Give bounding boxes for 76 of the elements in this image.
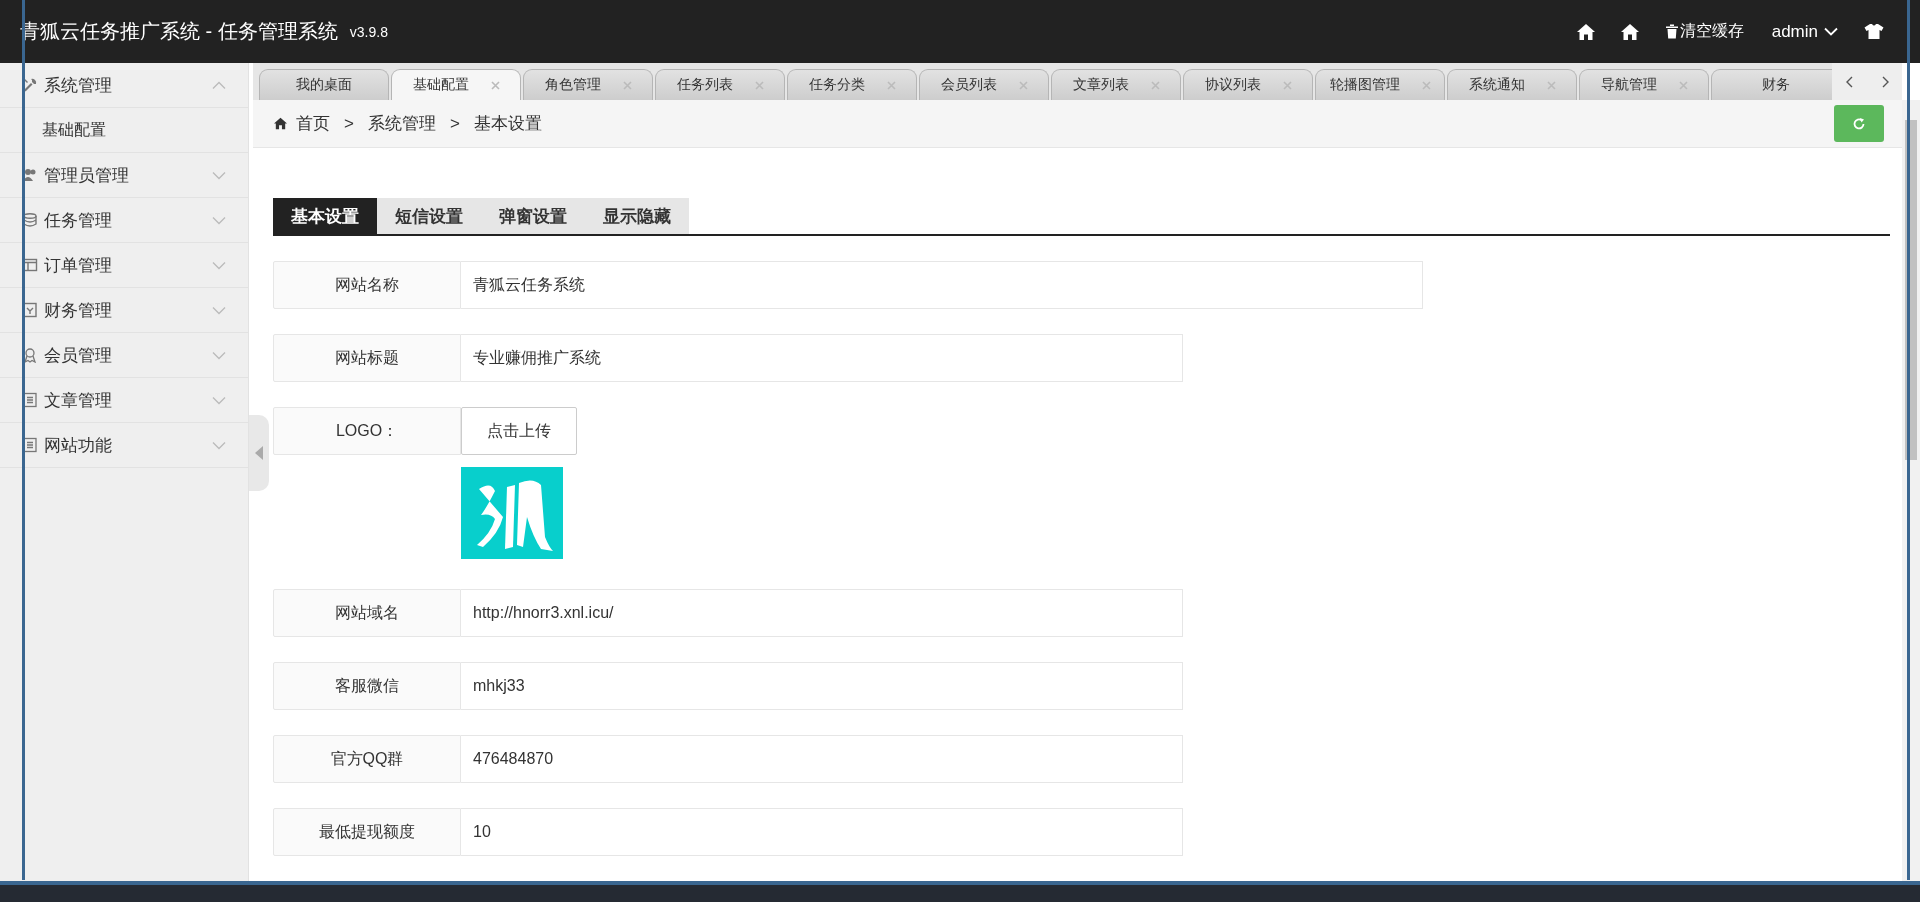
list-icon [22, 392, 38, 408]
field-label: 官方QQ群 [273, 735, 461, 783]
close-icon[interactable] [1282, 80, 1292, 90]
tshirt-icon[interactable] [1864, 23, 1884, 40]
close-icon[interactable] [490, 80, 500, 90]
breadcrumb-separator: > [344, 113, 354, 134]
close-icon[interactable] [1150, 80, 1160, 90]
field-label: 客服微信 [273, 662, 461, 710]
sidebar-item[interactable]: 网站功能 [0, 423, 248, 468]
page-tab[interactable]: 我的桌面 [259, 69, 389, 100]
user-menu[interactable]: admin [1771, 21, 1838, 42]
page-tab[interactable]: 会员列表 [919, 69, 1049, 100]
database-icon [22, 212, 38, 228]
input-field[interactable]: mhkj33 [461, 662, 1183, 710]
users-icon [22, 167, 38, 183]
clear-cache-button[interactable]: 清空缓存 [1665, 21, 1744, 42]
input-field[interactable]: 青狐云任务系统 [461, 261, 1423, 309]
sidebar-item[interactable]: 文章管理 [0, 378, 248, 423]
field-label: 最低提现额度 [273, 808, 461, 856]
settings-tab[interactable]: 基本设置 [273, 198, 377, 234]
sidebar-item[interactable]: 财务管理 [0, 288, 248, 333]
page-tab[interactable]: 系统通知 [1447, 69, 1577, 100]
breadcrumb-link[interactable]: 系统管理 [367, 112, 436, 135]
field-label: LOGO： [273, 407, 461, 455]
close-icon[interactable] [1421, 80, 1431, 90]
settings-tab[interactable]: 短信设置 [377, 198, 481, 234]
page-tab[interactable]: 任务分类 [787, 69, 917, 100]
sidebar-item[interactable]: 管理员管理 [0, 153, 248, 198]
input-field[interactable]: 476484870 [461, 735, 1183, 783]
trash-icon [1665, 24, 1678, 39]
breadcrumb-link[interactable]: 基本设置 [473, 112, 542, 135]
chevron-left-icon[interactable] [1844, 74, 1855, 89]
page-tab[interactable]: 财务 [1711, 69, 1832, 100]
field-label: 网站域名 [273, 589, 461, 637]
sidebar-item[interactable]: 订单管理 [0, 243, 248, 288]
input-field[interactable]: http://hnorr3.xnl.icu/ [461, 589, 1183, 637]
version-label: v3.9.8 [349, 23, 388, 40]
page-tab[interactable]: 协议列表 [1183, 69, 1313, 100]
field-label: 网站标题 [273, 334, 461, 382]
close-icon[interactable] [1018, 80, 1028, 90]
refresh-icon [1852, 116, 1866, 131]
page-tab[interactable]: 文章列表 [1051, 69, 1181, 100]
input-field[interactable]: 10 [461, 808, 1183, 856]
sidebar-item[interactable]: 系统管理 [0, 63, 248, 108]
page-tab[interactable]: 角色管理 [523, 69, 653, 100]
award-icon [22, 347, 38, 363]
close-icon[interactable] [622, 80, 632, 90]
close-icon[interactable] [886, 80, 896, 90]
page-tab[interactable]: 导航管理 [1579, 69, 1709, 100]
caret-left-icon [255, 446, 263, 460]
close-icon[interactable] [1546, 80, 1556, 90]
input-field[interactable]: 专业赚佣推广系统 [461, 334, 1183, 382]
sidebar-item[interactable]: 任务管理 [0, 198, 248, 243]
settings-tab[interactable]: 弹窗设置 [481, 198, 585, 234]
close-icon[interactable] [754, 80, 764, 90]
breadcrumb-link[interactable]: 首页 [296, 112, 330, 135]
settings-tab[interactable]: 显示隐藏 [585, 198, 689, 234]
page-tab[interactable]: 轮播图管理 [1315, 69, 1445, 100]
upload-button[interactable]: 点击上传 [461, 407, 577, 455]
sidebar-toggle[interactable] [249, 415, 269, 491]
list-icon [22, 437, 38, 453]
home-icon[interactable] [1575, 22, 1596, 41]
refresh-button[interactable] [1834, 105, 1884, 142]
page-tab[interactable]: 任务列表 [655, 69, 785, 100]
field-label: 网站名称 [273, 261, 461, 309]
tools-icon [22, 77, 38, 93]
ledger-icon [22, 302, 38, 318]
sidebar-item[interactable]: 会员管理 [0, 333, 248, 378]
home-icon[interactable] [1619, 22, 1640, 41]
breadcrumb-separator: > [449, 113, 460, 134]
page-tab[interactable]: 基础配置 [391, 69, 521, 100]
sidebar-subitem[interactable]: 基础配置 [0, 108, 248, 153]
window-icon [22, 257, 38, 273]
close-icon[interactable] [1678, 80, 1688, 90]
chevron-down-icon [1824, 27, 1838, 36]
home-icon [273, 117, 288, 130]
